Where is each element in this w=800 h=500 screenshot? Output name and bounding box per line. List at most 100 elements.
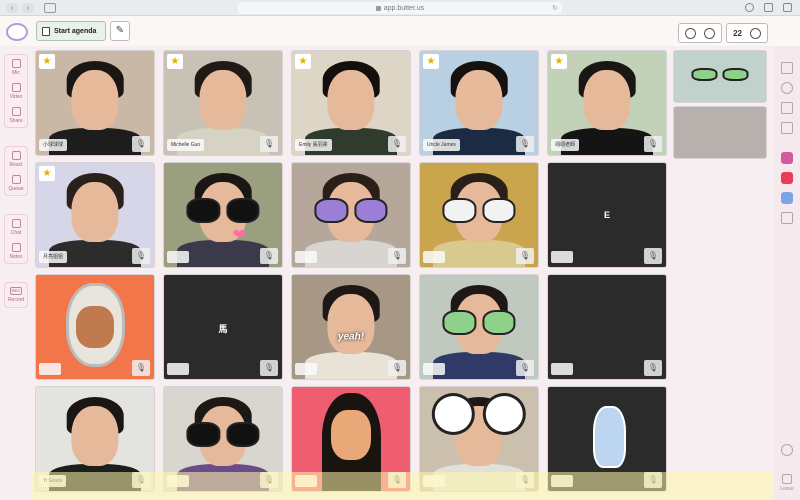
participant-name: 月亮姐姐: [39, 251, 68, 263]
astronaut-face: [76, 306, 114, 348]
mic-muted-icon[interactable]: 🎙: [644, 360, 662, 376]
mic-muted-icon[interactable]: 🎙: [516, 360, 534, 376]
mic-muted-icon[interactable]: 🎙: [388, 248, 406, 264]
star-icon[interactable]: ★: [295, 54, 311, 69]
sidebar-toggle-icon[interactable]: [44, 2, 56, 13]
help-icon[interactable]: [781, 444, 793, 456]
mic-muted-icon[interactable]: 🎙: [516, 248, 534, 264]
right-toolbar: Leave: [774, 46, 800, 500]
participant-name: [423, 251, 445, 263]
extension-icon[interactable]: [745, 3, 754, 12]
participant-body: [304, 239, 398, 267]
mic-button[interactable]: Mic: [5, 55, 27, 79]
star-icon[interactable]: ★: [39, 166, 55, 181]
glasses-sticker: [186, 198, 260, 224]
notes-button[interactable]: Notes: [5, 239, 27, 263]
start-agenda-label: Start agenda: [54, 27, 97, 35]
mic-muted-icon[interactable]: 🎙: [644, 136, 662, 152]
chat-button[interactable]: Chat: [5, 215, 27, 239]
back-icon[interactable]: ‹: [6, 2, 18, 13]
star-icon[interactable]: ★: [551, 54, 567, 69]
big-eyes-sticker: [431, 393, 527, 435]
chat-icon: [11, 218, 21, 228]
document-icon[interactable]: [781, 62, 793, 74]
participant-tile[interactable]: yeah! 🎙: [291, 274, 411, 380]
participant-tile[interactable]: 🎙: [291, 162, 411, 268]
participant-face: [71, 181, 119, 243]
participant-tile[interactable]: ★ 小球球球 🎙: [35, 50, 155, 156]
timer-icon[interactable]: [781, 82, 793, 94]
butter-logo[interactable]: [6, 23, 28, 41]
participant-face: [71, 69, 119, 131]
participant-tile[interactable]: ★ Emily 張羽柔 🎙: [291, 50, 411, 156]
queue-button[interactable]: Queue: [5, 171, 27, 195]
leave-button[interactable]: Leave: [777, 474, 797, 492]
participant-body: [432, 351, 526, 379]
share-button[interactable]: Share: [5, 103, 27, 127]
participant-name: [423, 363, 445, 375]
participant-face: [455, 69, 503, 131]
chart-icon[interactable]: [781, 102, 793, 114]
participant-tile[interactable]: ★ Michelle Guo 🎙: [163, 50, 283, 156]
participant-name: [167, 251, 189, 263]
avatar-initial: 馬: [218, 323, 228, 334]
settings-icon[interactable]: [685, 27, 697, 39]
start-agenda-button[interactable]: Start agenda: [36, 21, 106, 41]
star-icon[interactable]: ★: [423, 54, 439, 69]
reaction-controls: React Queue: [4, 146, 28, 196]
mic-muted-icon[interactable]: 🎙: [132, 136, 150, 152]
tabs-icon[interactable]: [783, 3, 792, 12]
lock-icon: [375, 5, 381, 11]
meeting-topbar: Start agenda ✎ 22: [0, 16, 800, 46]
mic-muted-icon[interactable]: 🎙: [516, 136, 534, 152]
video-grid: ★ 小球球球 🎙 ★ Michelle Guo 🎙 ★ Emily 張羽柔 🎙 ★ Uncle Ja…: [35, 50, 667, 500]
mic-muted-icon[interactable]: 🎙: [644, 248, 662, 264]
left-toolbar: Mic Video Share React Queue Chat Notes R…: [0, 46, 32, 500]
participant-tile[interactable]: ★ 月亮姐姐 🎙: [35, 162, 155, 268]
mic-muted-icon[interactable]: 🎙: [260, 248, 278, 264]
star-icon[interactable]: ★: [39, 54, 55, 69]
avatar-initial: E: [603, 209, 610, 220]
leave-icon: [782, 474, 792, 484]
participants-button[interactable]: 22: [726, 23, 768, 43]
whiteboard-icon[interactable]: [781, 212, 793, 224]
drive-icon[interactable]: [781, 192, 793, 204]
react-button[interactable]: React: [5, 147, 27, 171]
settings-group: [678, 23, 723, 43]
participant-face: [583, 69, 631, 131]
video-button[interactable]: Video: [5, 79, 27, 103]
participant-tile[interactable]: E 🎙: [547, 162, 667, 268]
grid-icon[interactable]: [781, 122, 793, 134]
forward-icon[interactable]: ›: [22, 2, 34, 13]
miro-icon[interactable]: [781, 152, 793, 164]
participant-tile[interactable]: 🎙: [35, 274, 155, 380]
highlight-overlay: [32, 472, 774, 500]
participant-tile[interactable]: ★ Uncle James 🎙: [419, 50, 539, 156]
yeah-sticker: yeah!: [337, 331, 365, 343]
mic-muted-icon[interactable]: 🎙: [388, 136, 406, 152]
overflow-participant-tile[interactable]: [673, 50, 767, 103]
url-text: app.butter.us: [383, 4, 425, 12]
youtube-icon[interactable]: [781, 172, 793, 184]
mic-muted-icon[interactable]: 🎙: [260, 360, 278, 376]
user-icon[interactable]: [704, 27, 716, 39]
participant-tile[interactable]: 🎙: [547, 274, 667, 380]
record-button[interactable]: REC Record: [5, 283, 27, 307]
mic-muted-icon[interactable]: 🎙: [260, 136, 278, 152]
participant-tile[interactable]: 🎙: [419, 162, 539, 268]
address-bar[interactable]: app.butter.us ↻: [238, 2, 562, 14]
participant-tile[interactable]: ❤ 🎙: [163, 162, 283, 268]
participant-tile[interactable]: 馬 🎙: [163, 274, 283, 380]
reload-icon[interactable]: ↻: [552, 4, 558, 12]
browser-tools: [745, 3, 792, 12]
pen-icon[interactable]: ✎: [110, 21, 130, 41]
participant-tile[interactable]: ★ 翊翊老師 🎙: [547, 50, 667, 156]
overflow-participant-tile[interactable]: [673, 106, 767, 159]
participant-name: 小球球球: [39, 139, 68, 151]
mic-muted-icon[interactable]: 🎙: [388, 360, 406, 376]
share-page-icon[interactable]: [764, 3, 773, 12]
star-icon[interactable]: ★: [167, 54, 183, 69]
mic-muted-icon[interactable]: 🎙: [132, 248, 150, 264]
mic-muted-icon[interactable]: 🎙: [132, 360, 150, 376]
participant-tile[interactable]: 🎙: [419, 274, 539, 380]
